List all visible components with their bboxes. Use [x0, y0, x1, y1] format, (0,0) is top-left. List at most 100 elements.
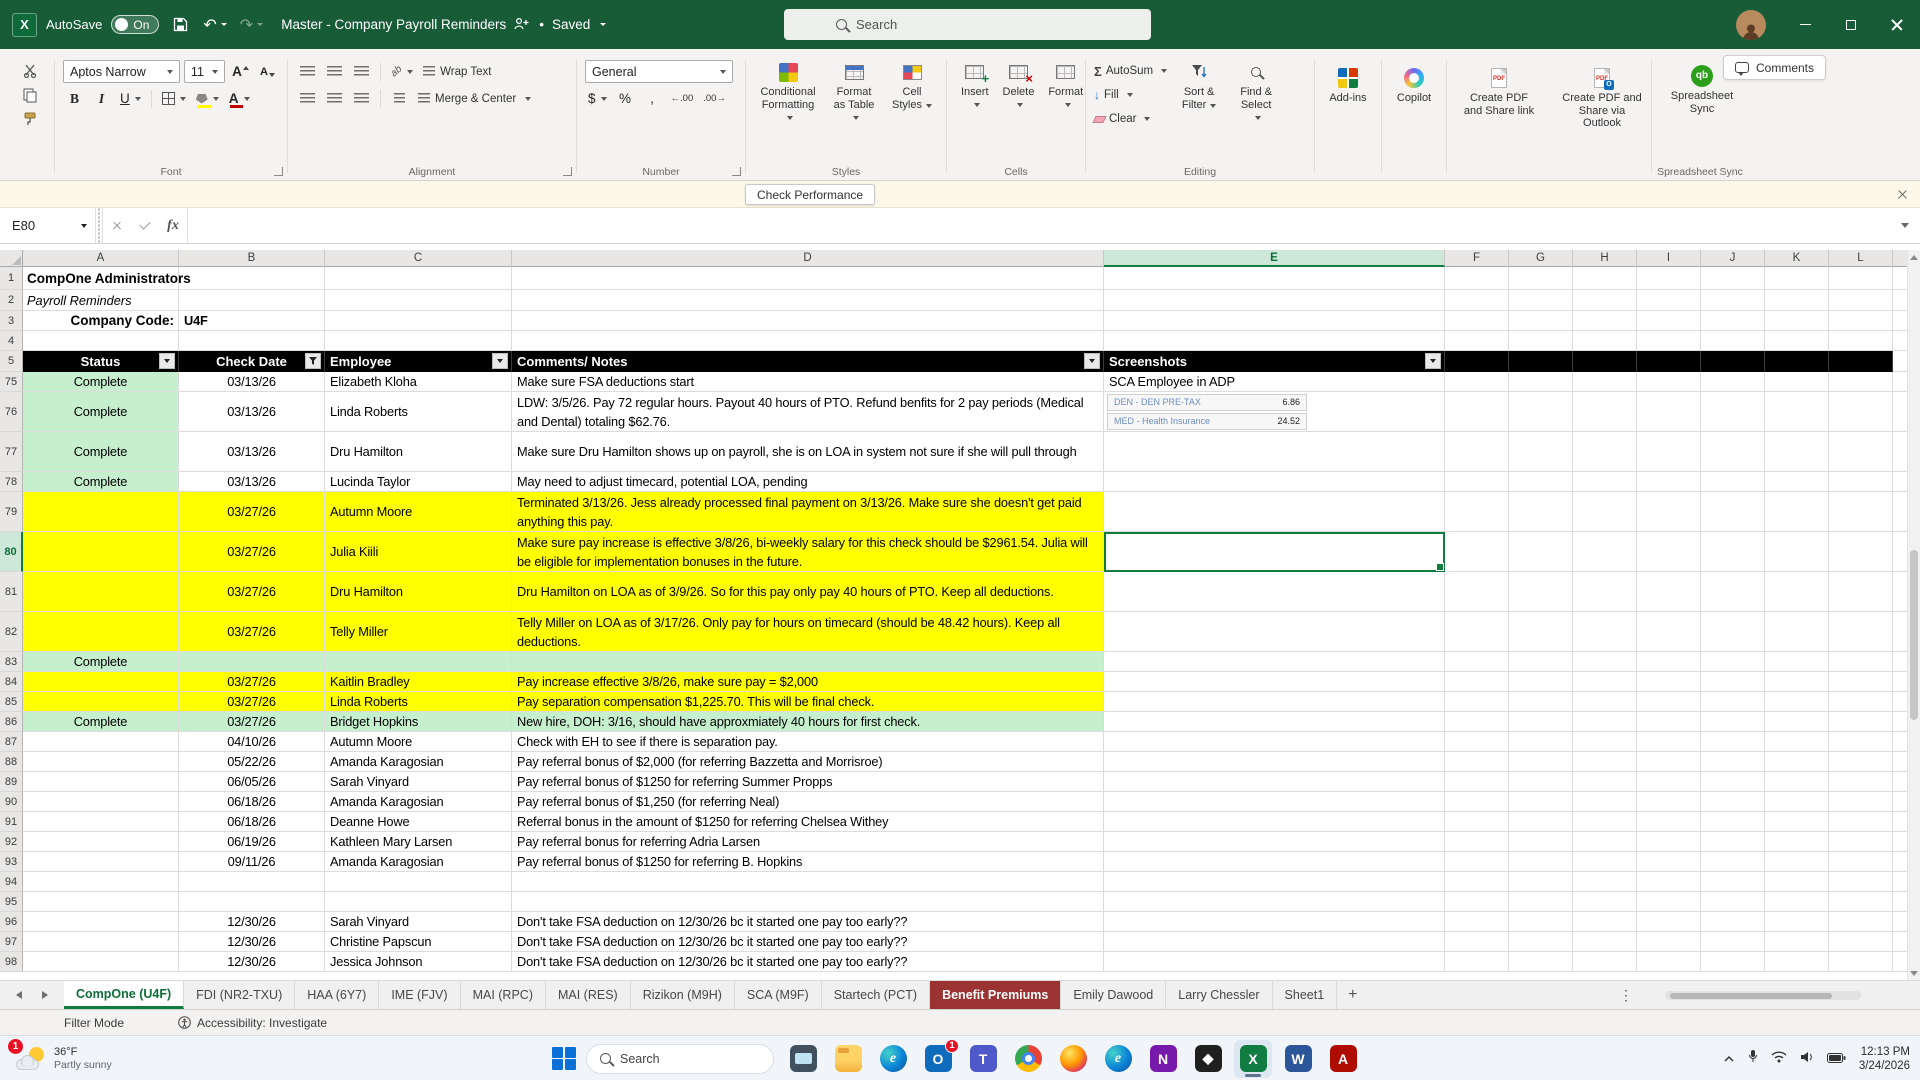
row-header-87[interactable]: 87	[0, 732, 23, 752]
column-header-J[interactable]: J	[1701, 250, 1765, 267]
cell[interactable]	[1509, 472, 1573, 492]
search-input[interactable]: Search	[784, 9, 1151, 40]
cell[interactable]	[1104, 290, 1445, 311]
cell[interactable]	[179, 290, 325, 311]
cell[interactable]	[1765, 392, 1829, 432]
cell[interactable]	[1765, 692, 1829, 712]
cell[interactable]	[1765, 732, 1829, 752]
cell[interactable]	[1829, 732, 1893, 752]
cell-notes[interactable]	[512, 892, 1104, 912]
cell[interactable]	[1637, 572, 1701, 612]
cell[interactable]	[1701, 290, 1765, 311]
cell[interactable]	[1445, 331, 1509, 351]
undo-icon[interactable]: ↶	[201, 12, 228, 38]
cell[interactable]	[1573, 351, 1637, 372]
cell[interactable]	[1765, 952, 1829, 972]
row-header-78[interactable]: 78	[0, 472, 23, 492]
cell[interactable]	[1701, 812, 1765, 832]
row-header-80[interactable]: 80	[0, 532, 23, 572]
sheet-tab[interactable]: FDI (NR2-TXU)	[184, 981, 296, 1009]
cell[interactable]	[1765, 892, 1829, 912]
cell-screenshots[interactable]	[1104, 652, 1445, 672]
cell[interactable]	[1637, 832, 1701, 852]
cell[interactable]	[1829, 572, 1893, 612]
scroll-up-icon[interactable]	[1908, 250, 1920, 264]
cell-employee[interactable]: Dru Hamilton	[325, 572, 512, 612]
column-header-L[interactable]: L	[1829, 250, 1893, 267]
row-header-88[interactable]: 88	[0, 752, 23, 772]
create-pdf-share-outlook-button[interactable]: O Create PDF and Share via Outlook	[1555, 64, 1649, 130]
alignment-dialog-launcher-icon[interactable]	[563, 167, 572, 176]
cell-screenshots[interactable]	[1104, 732, 1445, 752]
cell[interactable]	[1445, 290, 1509, 311]
cell[interactable]	[1637, 672, 1701, 692]
cell[interactable]	[1637, 492, 1701, 532]
cell[interactable]	[23, 331, 179, 351]
cell[interactable]	[1829, 612, 1893, 652]
cell-check-date[interactable]: 06/19/26	[179, 832, 325, 852]
cell-employee[interactable]: Christine Papscun	[325, 932, 512, 952]
cell-employee[interactable]: Dru Hamilton	[325, 432, 512, 472]
cell[interactable]	[1573, 331, 1637, 351]
cell[interactable]	[1445, 832, 1509, 852]
cell-screenshots[interactable]	[1104, 772, 1445, 792]
weather-widget[interactable]: 1 36°F Partly sunny	[6, 1036, 112, 1080]
cell-screenshots[interactable]	[1104, 692, 1445, 712]
cell[interactable]	[1701, 792, 1765, 812]
cell[interactable]	[1701, 492, 1765, 532]
row-header-5[interactable]: 5	[0, 351, 23, 372]
cell-screenshots[interactable]: DEN - DEN PRE-TAX 6.86 MED - Health Insura…	[1104, 392, 1445, 432]
align-center-icon[interactable]	[323, 87, 346, 110]
cell-notes[interactable]: Pay referral bonus of $1,250 (for referr…	[512, 792, 1104, 812]
autosave-toggle[interactable]: On	[111, 15, 160, 34]
cell-status[interactable]	[23, 912, 179, 932]
cell-employee[interactable]: Bridget Hopkins	[325, 712, 512, 732]
cell-check-date[interactable]	[179, 872, 325, 892]
cell[interactable]	[1445, 712, 1509, 732]
cell[interactable]	[1445, 932, 1509, 952]
cell-notes[interactable]: Check with EH to see if there is separat…	[512, 732, 1104, 752]
cell[interactable]	[1701, 912, 1765, 932]
cell[interactable]	[1573, 492, 1637, 532]
cell-notes[interactable]: Don't take FSA deduction on 12/30/26 bc …	[512, 932, 1104, 952]
cell[interactable]	[325, 290, 512, 311]
cell[interactable]	[1765, 752, 1829, 772]
row-header-4[interactable]: 4	[0, 331, 23, 351]
cell[interactable]	[1829, 351, 1893, 372]
cell[interactable]	[1765, 267, 1829, 290]
cell-status[interactable]	[23, 952, 179, 972]
currency-button[interactable]: $	[585, 87, 610, 110]
cell[interactable]	[1509, 392, 1573, 432]
cell-screenshots[interactable]	[1104, 472, 1445, 492]
sheet-tab[interactable]: MAI (RES)	[546, 981, 631, 1009]
tab-overflow-icon[interactable]: ⋮	[1610, 981, 1642, 1010]
column-header-E[interactable]: E	[1104, 250, 1445, 267]
cell[interactable]	[1509, 572, 1573, 612]
insert-function-icon[interactable]: fx	[159, 208, 187, 243]
cell-notes[interactable]: May need to adjust timecard, potential L…	[512, 472, 1104, 492]
cell-employee[interactable]: Sarah Vinyard	[325, 912, 512, 932]
screenshot-thumbnail[interactable]: DEN - DEN PRE-TAX 6.86	[1107, 393, 1307, 411]
start-button[interactable]	[552, 1046, 576, 1071]
sheet-tab[interactable]: Rizikon (M9H)	[631, 981, 735, 1009]
cell-notes[interactable]: Pay referral bonus for referring Adria L…	[512, 832, 1104, 852]
document-title[interactable]: Master - Company Payroll Reminders	[281, 17, 506, 32]
excel-icon[interactable]: X	[1234, 1039, 1272, 1078]
cell[interactable]	[1765, 792, 1829, 812]
row-header-96[interactable]: 96	[0, 912, 23, 932]
cell[interactable]	[1509, 772, 1573, 792]
cell[interactable]	[1509, 532, 1573, 572]
cell[interactable]	[1573, 832, 1637, 852]
firefox-icon[interactable]	[1054, 1040, 1092, 1078]
cell[interactable]	[1509, 792, 1573, 812]
cell-status[interactable]	[23, 932, 179, 952]
align-middle-icon[interactable]	[323, 60, 346, 83]
cell[interactable]	[1573, 752, 1637, 772]
dark-app-icon[interactable]: ◆	[1189, 1040, 1227, 1078]
cell[interactable]	[1573, 652, 1637, 672]
cell[interactable]	[1701, 532, 1765, 572]
cell[interactable]	[1104, 331, 1445, 351]
check-performance-button[interactable]: Check Performance	[745, 184, 876, 205]
formula-bar-expand-icon[interactable]	[1890, 208, 1920, 243]
cell[interactable]	[1637, 372, 1701, 392]
